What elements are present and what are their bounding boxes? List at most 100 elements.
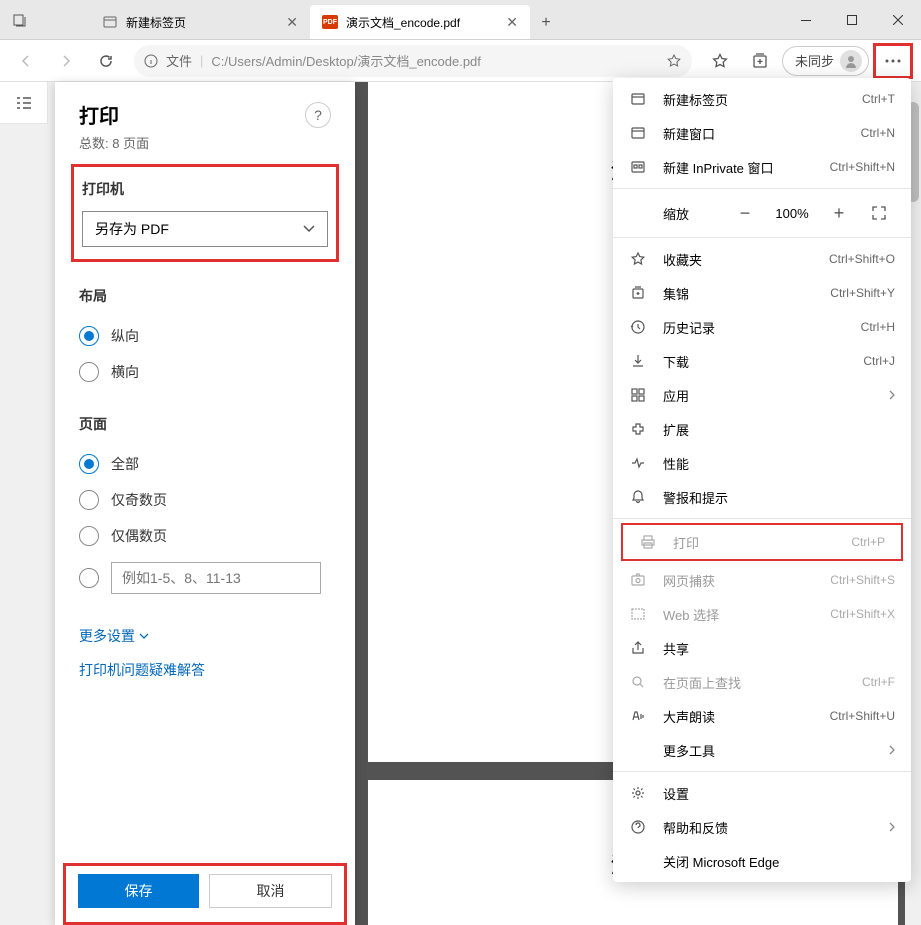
newtab-icon xyxy=(102,14,118,30)
menu-separator xyxy=(613,771,911,772)
close-icon[interactable]: ✕ xyxy=(506,14,518,31)
tab-strip: 新建标签页 ✕ PDF 演示文档_encode.pdf ✕ + xyxy=(40,0,783,39)
menu-label: 关闭 Microsoft Edge xyxy=(663,852,895,871)
sync-badge[interactable]: 未同步 xyxy=(782,46,869,76)
menu-item-设置[interactable]: 设置 xyxy=(613,776,911,810)
menu-label: 扩展 xyxy=(663,420,895,439)
menu-label: 设置 xyxy=(663,784,895,803)
select-icon xyxy=(629,606,647,622)
close-button[interactable] xyxy=(875,0,921,40)
menu-label: 性能 xyxy=(663,454,895,473)
menu-label: 网页捕获 xyxy=(663,571,814,590)
menu-item-新建-InPrivate-窗口[interactable]: 新建 InPrivate 窗口Ctrl+Shift+N xyxy=(613,150,911,184)
menu-item-收藏夹[interactable]: 收藏夹Ctrl+Shift+O xyxy=(613,242,911,276)
menu-item-更多工具[interactable]: 更多工具 xyxy=(613,733,911,767)
pages-custom-radio[interactable] xyxy=(79,554,331,602)
url-box[interactable]: 文件 | C:/Users/Admin/Desktop/演示文档_encode.… xyxy=(134,45,692,77)
menu-label: 下载 xyxy=(663,352,847,371)
menu-item-应用[interactable]: 应用 xyxy=(613,378,911,412)
tab-actions-icon[interactable] xyxy=(0,0,40,39)
menu-shortcut: Ctrl+Shift+U xyxy=(830,709,895,723)
collections-icon xyxy=(629,285,647,301)
menu-item-网页捕获: 网页捕获Ctrl+Shift+S xyxy=(613,563,911,597)
zoom-in-button[interactable]: + xyxy=(823,199,855,227)
favorite-icon[interactable] xyxy=(666,53,682,69)
menu-label: 新建窗口 xyxy=(663,124,845,143)
pages-label: 页面 xyxy=(79,414,331,434)
menu-separator xyxy=(613,518,911,519)
refresh-button[interactable] xyxy=(88,43,124,79)
help-button[interactable]: ? xyxy=(305,102,331,128)
pdf-toc-button[interactable] xyxy=(0,82,48,124)
forward-button[interactable] xyxy=(48,43,84,79)
share-icon xyxy=(629,640,647,656)
layout-landscape-radio[interactable]: 横向 xyxy=(79,354,331,390)
new-tab-button[interactable]: + xyxy=(530,7,562,39)
sync-label: 未同步 xyxy=(795,51,834,70)
minimize-button[interactable] xyxy=(783,0,829,40)
radio-label: 仅奇数页 xyxy=(111,490,167,510)
menu-item-新建标签页[interactable]: 新建标签页 Ctrl+T xyxy=(613,82,911,116)
radio-icon xyxy=(79,454,99,474)
menu-label: 集锦 xyxy=(663,284,814,303)
window-icon xyxy=(629,125,647,141)
menu-item-性能[interactable]: 性能 xyxy=(613,446,911,480)
menu-item-警报和提示[interactable]: 警报和提示 xyxy=(613,480,911,514)
menu-shortcut: Ctrl+T xyxy=(862,92,895,106)
maximize-button[interactable] xyxy=(829,0,875,40)
menu-item-历史记录[interactable]: 历史记录 Ctrl+H xyxy=(613,310,911,344)
more-settings-link[interactable]: 更多设置 xyxy=(79,626,149,646)
browser-menu: 新建标签页Ctrl+T新建窗口Ctrl+N新建 InPrivate 窗口Ctrl… xyxy=(613,78,911,882)
menu-item-在页面上查找: 在页面上查找Ctrl+F xyxy=(613,665,911,699)
menu-label: 历史记录 xyxy=(663,318,845,337)
chevron-right-icon xyxy=(889,745,895,755)
menu-label: 新建 InPrivate 窗口 xyxy=(663,158,814,177)
menu-item-帮助和反馈[interactable]: 帮助和反馈 xyxy=(613,810,911,844)
layout-portrait-radio[interactable]: 纵向 xyxy=(79,318,331,354)
url-prefix: 文件 xyxy=(166,51,192,70)
menu-item-新建窗口[interactable]: 新建窗口Ctrl+N xyxy=(613,116,911,150)
back-button[interactable] xyxy=(8,43,44,79)
menu-item-共享[interactable]: 共享 xyxy=(613,631,911,665)
zoom-out-button[interactable]: − xyxy=(729,199,761,227)
menu-item-打印: 打印Ctrl+P xyxy=(623,525,901,559)
menu-item-Web-选择: Web 选择Ctrl+Shift+X xyxy=(613,597,911,631)
menu-label: 应用 xyxy=(663,386,873,405)
menu-label: 收藏夹 xyxy=(663,250,813,269)
menu-shortcut: Ctrl+H xyxy=(861,320,895,334)
star-icon xyxy=(629,251,647,267)
help-icon xyxy=(629,819,647,835)
menu-shortcut: Ctrl+F xyxy=(862,675,895,689)
menu-item-扩展[interactable]: 扩展 xyxy=(613,412,911,446)
pages-custom-input[interactable] xyxy=(111,562,321,594)
inprivate-icon xyxy=(629,159,647,175)
menu-item-下载[interactable]: 下载Ctrl+J xyxy=(613,344,911,378)
title-bar: 新建标签页 ✕ PDF 演示文档_encode.pdf ✕ + xyxy=(0,0,921,40)
close-icon[interactable]: ✕ xyxy=(286,14,298,31)
tab-new[interactable]: 新建标签页 ✕ xyxy=(90,5,310,39)
print-title: 打印 xyxy=(79,100,119,129)
menu-item-关闭-Microsoft-Edge[interactable]: 关闭 Microsoft Edge xyxy=(613,844,911,878)
tab-pdf[interactable]: PDF 演示文档_encode.pdf ✕ xyxy=(310,5,530,39)
capture-icon xyxy=(629,572,647,588)
menu-item-集锦[interactable]: 集锦 Ctrl+Shift+Y xyxy=(613,276,911,310)
troubleshoot-link[interactable]: 打印机问题疑难解答 xyxy=(79,660,205,680)
menu-separator xyxy=(613,237,911,238)
more-button[interactable] xyxy=(873,43,913,79)
cancel-button[interactable]: 取消 xyxy=(209,874,332,908)
radio-icon xyxy=(79,490,99,510)
pages-odd-radio[interactable]: 仅奇数页 xyxy=(79,482,331,518)
favorites-bar-icon[interactable] xyxy=(702,46,738,76)
radio-label: 纵向 xyxy=(111,326,139,346)
menu-item-大声朗读[interactable]: 大声朗读Ctrl+Shift+U xyxy=(613,699,911,733)
pages-even-radio[interactable]: 仅偶数页 xyxy=(79,518,331,554)
fullscreen-button[interactable] xyxy=(863,199,895,227)
menu-shortcut: Ctrl+Shift+Y xyxy=(830,286,895,300)
collections-icon[interactable] xyxy=(742,46,778,76)
pages-all-radio[interactable]: 全部 xyxy=(79,446,331,482)
download-icon xyxy=(629,353,647,369)
printer-select[interactable]: 另存为 PDF xyxy=(82,211,328,247)
save-button[interactable]: 保存 xyxy=(78,874,199,908)
radio-icon xyxy=(79,362,99,382)
menu-label: 新建标签页 xyxy=(663,90,846,109)
